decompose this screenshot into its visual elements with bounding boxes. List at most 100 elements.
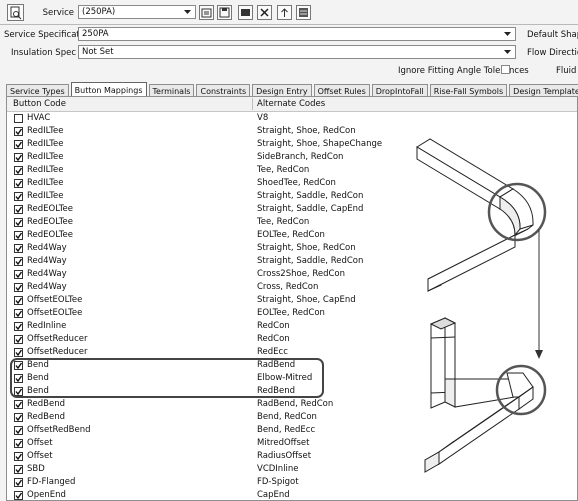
row-checkbox[interactable] <box>14 140 23 149</box>
table-row[interactable]: Offset RadiusOffset <box>7 450 407 463</box>
row-checkbox[interactable] <box>14 257 23 266</box>
alternate-codes-cell[interactable]: RedCon <box>257 334 290 344</box>
save-button[interactable] <box>217 5 232 20</box>
table-row[interactable]: RedILTee Straight, Saddle, RedCon <box>7 190 407 203</box>
properties-button[interactable] <box>199 5 214 20</box>
button-code-cell: Offset <box>27 438 53 448</box>
alternate-codes-cell[interactable]: Cross2Shoe, RedCon <box>257 269 345 279</box>
row-checkbox[interactable] <box>14 322 23 331</box>
table-row[interactable]: RedILTee Tee, RedCon <box>7 164 407 177</box>
column-header-alternate-codes[interactable]: Alternate Codes <box>257 99 325 109</box>
alternate-codes-cell[interactable]: V8 <box>257 113 268 123</box>
row-checkbox[interactable] <box>14 296 23 305</box>
row-checkbox[interactable] <box>14 179 23 188</box>
alternate-codes-cell[interactable]: SideBranch, RedCon <box>257 152 343 162</box>
table-row[interactable]: Red4Way Cross2Shoe, RedCon <box>7 268 407 281</box>
table-row[interactable]: RedILTee ShoedTee, RedCon <box>7 177 407 190</box>
move-up-button[interactable] <box>277 5 292 20</box>
alternate-codes-cell[interactable]: Straight, Shoe, CapEnd <box>257 295 356 305</box>
table-row[interactable]: SBD VCDInline <box>7 463 407 476</box>
alternate-codes-cell[interactable]: Bend, RedCon <box>257 412 317 422</box>
table-row[interactable]: RedILTee Straight, Shoe, ShapeChange <box>7 138 407 151</box>
row-checkbox[interactable] <box>14 127 23 136</box>
service-specification-select[interactable]: 250PA <box>78 27 516 41</box>
insulation-spec-select[interactable]: Not Set <box>78 45 516 59</box>
table-row[interactable]: RedBend Bend, RedCon <box>7 411 407 424</box>
alternate-codes-cell[interactable]: Bend, RedEcc <box>257 425 315 435</box>
row-checkbox[interactable] <box>14 348 23 357</box>
table-row[interactable]: FD-Flanged FD-Spigot <box>7 476 407 489</box>
table-row[interactable]: HVAC V8 <box>7 112 407 125</box>
delete-button[interactable] <box>257 5 272 20</box>
table-row[interactable]: OffsetRedBend Bend, RedEcc <box>7 424 407 437</box>
alternate-codes-cell[interactable]: Straight, Shoe, RedCon <box>257 243 356 253</box>
row-checkbox[interactable] <box>14 439 23 448</box>
alternate-codes-cell[interactable]: Cross, RedCon <box>257 282 318 292</box>
insulation-spec-label: Insulation Spec <box>11 48 76 58</box>
screen-button[interactable] <box>238 5 253 20</box>
database-button[interactable] <box>296 5 311 20</box>
row-checkbox[interactable] <box>14 244 23 253</box>
row-checkbox[interactable] <box>14 114 23 123</box>
alternate-codes-cell[interactable]: RadBend, RedCon <box>257 399 333 409</box>
ignore-fitting-checkbox[interactable] <box>501 65 510 74</box>
alternate-codes-cell[interactable]: Tee, RedCon <box>257 165 309 175</box>
alternate-codes-cell[interactable]: Straight, Shoe, RedCon <box>257 126 356 136</box>
table-row[interactable]: Red4Way Straight, Shoe, RedCon <box>7 242 407 255</box>
table-row[interactable]: RedEOLTee Tee, RedCon <box>7 216 407 229</box>
table-row[interactable]: RedEOLTee EOLTee, RedCon <box>7 229 407 242</box>
alternate-codes-cell[interactable]: FD-Spigot <box>257 477 299 487</box>
alternate-codes-cell[interactable]: MitredOffset <box>257 438 310 448</box>
table-row[interactable]: RedInline RedCon <box>7 320 407 333</box>
alternate-codes-cell[interactable]: VCDInline <box>257 464 299 474</box>
table-row[interactable]: OffsetEOLTee EOLTee, RedCon <box>7 307 407 320</box>
alternate-codes-cell[interactable]: RadiusOffset <box>257 451 311 461</box>
row-checkbox[interactable] <box>14 166 23 175</box>
table-row[interactable]: Red4Way Straight, Saddle, RedCon <box>7 255 407 268</box>
row-checkbox[interactable] <box>14 400 23 409</box>
row-checkbox[interactable] <box>14 283 23 292</box>
table-row[interactable]: RedILTee Straight, Shoe, RedCon <box>7 125 407 138</box>
table-row[interactable]: OpenEnd CapEnd <box>7 489 407 500</box>
row-checkbox[interactable] <box>14 218 23 227</box>
row-checkbox[interactable] <box>14 491 23 500</box>
alternate-codes-cell[interactable]: Straight, Saddle, CapEnd <box>257 204 363 214</box>
table-row[interactable]: Offset MitredOffset <box>7 437 407 450</box>
alternate-codes-cell[interactable]: Straight, Shoe, ShapeChange <box>257 139 382 149</box>
alternate-codes-cell[interactable]: RedEcc <box>257 347 288 357</box>
row-checkbox[interactable] <box>14 413 23 422</box>
alternate-codes-cell[interactable]: Straight, Saddle, RedCon <box>257 256 363 266</box>
column-divider[interactable] <box>252 98 253 110</box>
checkmark-icon <box>15 401 22 408</box>
alternate-codes-cell[interactable]: Straight, Saddle, RedCon <box>257 191 363 201</box>
alternate-codes-cell[interactable]: Tee, RedCon <box>257 217 309 227</box>
row-checkbox[interactable] <box>14 231 23 240</box>
database-icon <box>299 8 308 17</box>
row-checkbox[interactable] <box>14 478 23 487</box>
table-row[interactable]: RedBend RadBend, RedCon <box>7 398 407 411</box>
alternate-codes-cell[interactable]: EOLTee, RedCon <box>257 230 325 240</box>
bend-rows-highlight <box>10 358 324 398</box>
table-row[interactable]: OffsetEOLTee Straight, Shoe, CapEnd <box>7 294 407 307</box>
table-row[interactable]: RedEOLTee Straight, Saddle, CapEnd <box>7 203 407 216</box>
alternate-codes-cell[interactable]: EOLTee, RedCon <box>257 308 325 318</box>
row-checkbox[interactable] <box>14 426 23 435</box>
row-checkbox[interactable] <box>14 205 23 214</box>
column-header-button-code[interactable]: Button Code <box>13 99 66 109</box>
row-checkbox[interactable] <box>14 335 23 344</box>
service-editor-button[interactable] <box>7 4 24 21</box>
checkmark-icon <box>15 440 22 447</box>
row-checkbox[interactable] <box>14 465 23 474</box>
alternate-codes-cell[interactable]: CapEnd <box>257 490 290 500</box>
row-checkbox[interactable] <box>14 452 23 461</box>
table-row[interactable]: OffsetReducer RedCon <box>7 333 407 346</box>
service-select[interactable]: (250PA) <box>78 5 196 19</box>
row-checkbox[interactable] <box>14 309 23 318</box>
alternate-codes-cell[interactable]: RedCon <box>257 321 290 331</box>
alternate-codes-cell[interactable]: ShoedTee, RedCon <box>257 178 336 188</box>
row-checkbox[interactable] <box>14 270 23 279</box>
table-row[interactable]: RedILTee SideBranch, RedCon <box>7 151 407 164</box>
table-row[interactable]: Red4Way Cross, RedCon <box>7 281 407 294</box>
row-checkbox[interactable] <box>14 153 23 162</box>
row-checkbox[interactable] <box>14 192 23 201</box>
